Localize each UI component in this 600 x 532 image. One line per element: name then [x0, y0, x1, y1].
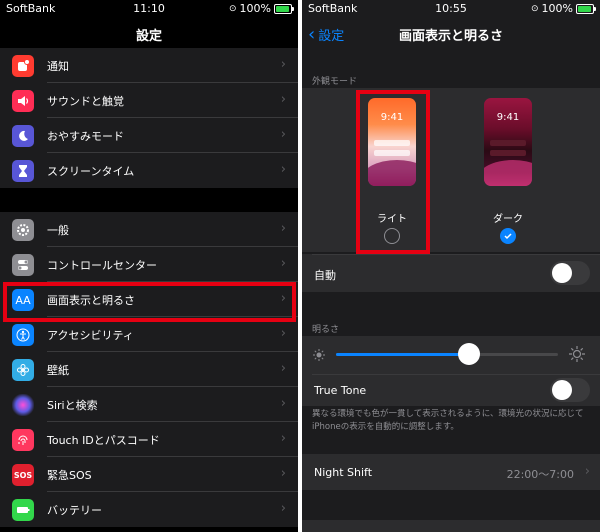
- sun-small-icon: [312, 347, 326, 366]
- chevron-right-icon: ›: [280, 162, 286, 177]
- settings-row-label: バッテリー: [47, 504, 102, 517]
- battery-icon: [12, 499, 34, 521]
- battery-icon: [576, 3, 596, 14]
- status-bar: SoftBank 10:55 ⊙ 100%: [302, 0, 600, 16]
- settings-row-label: おやすみモード: [47, 130, 124, 143]
- dark-mode-label: ダーク: [493, 214, 523, 225]
- dark-mode-radio-checked[interactable]: [500, 228, 516, 244]
- auto-label: 自動: [314, 269, 336, 282]
- battery-percent: 100%: [239, 2, 271, 15]
- settings-row-do-not-disturb[interactable]: おやすみモード ›: [0, 118, 298, 153]
- settings-row-label: コントロールセンター: [47, 259, 157, 272]
- chevron-right-icon: ›: [280, 221, 286, 236]
- appearance-card: 9:41 ライト 9:41 ダーク: [302, 88, 600, 252]
- battery-icon: [274, 3, 294, 14]
- settings-row-label: 緊急SOS: [47, 469, 92, 482]
- chevron-right-icon: ›: [280, 92, 286, 107]
- settings-row-touch-id[interactable]: Touch IDとパスコード ›: [0, 422, 298, 457]
- settings-row-general[interactable]: 一般 ›: [0, 212, 298, 247]
- settings-row-label: Siriと検索: [47, 399, 98, 412]
- appearance-section-header: 外観モード: [312, 77, 358, 87]
- settings-row-label: 壁紙: [47, 364, 69, 377]
- settings-row-notifications[interactable]: 通知 ›: [0, 48, 298, 83]
- settings-row-wallpaper[interactable]: 壁紙 ›: [0, 352, 298, 387]
- battery-percent: 100%: [541, 2, 573, 15]
- gear-icon: [12, 219, 34, 241]
- brightness-row: [302, 336, 600, 374]
- settings-row-emergency-sos[interactable]: SOS 緊急SOS ›: [0, 457, 298, 492]
- chevron-right-icon: ›: [280, 396, 286, 411]
- settings-row-battery[interactable]: バッテリー ›: [0, 492, 298, 527]
- highlight-box-light-option: [356, 90, 430, 254]
- accessibility-icon: [12, 324, 34, 346]
- orientation-lock-icon: ⊙: [531, 3, 539, 14]
- settings-row-label: 通知: [47, 60, 69, 73]
- fingerprint-icon: [12, 429, 34, 451]
- chevron-right-icon: ›: [280, 127, 286, 142]
- chevron-right-icon: ›: [584, 464, 590, 479]
- true-tone-description: 異なる環境でも色が一貫して表示されるように、環境光の状況に応じてiPhoneの表…: [312, 409, 584, 432]
- night-shift-row[interactable]: Night Shift 22:00〜7:00 ›: [302, 454, 600, 490]
- orientation-lock-icon: ⊙: [229, 3, 237, 14]
- moon-icon: [12, 125, 34, 147]
- night-shift-schedule: 22:00〜7:00: [506, 468, 574, 481]
- sos-icon: SOS: [12, 464, 34, 486]
- brightness-slider[interactable]: [336, 343, 558, 365]
- speaker-icon: [12, 90, 34, 112]
- true-tone-label: True Tone: [314, 384, 367, 397]
- hourglass-icon: [12, 160, 34, 182]
- bell-icon: [12, 55, 34, 77]
- dark-mode-preview: 9:41: [484, 98, 532, 186]
- settings-row-screen-time[interactable]: スクリーンタイム ›: [0, 153, 298, 188]
- chevron-right-icon: ›: [280, 256, 286, 271]
- chevron-right-icon: ›: [280, 431, 286, 446]
- chevron-right-icon: ›: [280, 466, 286, 481]
- checkmark-icon: [504, 233, 512, 240]
- chevron-right-icon: ›: [280, 57, 286, 72]
- appearance-option-dark[interactable]: 9:41 ダーク: [484, 98, 540, 248]
- navigation-bar: ‹ 設定 画面表示と明るさ: [302, 16, 600, 50]
- settings-row-label: サウンドと触覚: [47, 95, 124, 108]
- toggles-icon: [12, 254, 34, 276]
- display-brightness-pane: SoftBank 10:55 ⊙ 100% ‹ 設定 画面表示と明るさ 外観モー…: [302, 0, 600, 532]
- settings-row-accessibility[interactable]: アクセシビリティ ›: [0, 317, 298, 352]
- brightness-slider-fill: [336, 353, 470, 356]
- status-bar: SoftBank 11:10 ⊙ 100%: [0, 0, 298, 16]
- settings-row-label: Touch IDとパスコード: [47, 434, 160, 447]
- settings-row-sounds[interactable]: サウンドと触覚 ›: [0, 83, 298, 118]
- true-tone-row: True Tone: [302, 374, 600, 406]
- sun-large-icon: [568, 345, 586, 367]
- next-row-partial[interactable]: [302, 520, 600, 532]
- settings-row-control-center[interactable]: コントロールセンター ›: [0, 247, 298, 282]
- highlight-box-display-row: [3, 282, 296, 322]
- chevron-right-icon: ›: [280, 361, 286, 376]
- brightness-slider-thumb[interactable]: [458, 343, 481, 365]
- chevron-right-icon: ›: [280, 501, 286, 516]
- settings-row-label: 一般: [47, 224, 69, 237]
- settings-row-siri[interactable]: Siriと検索 ›: [0, 387, 298, 422]
- auto-toggle[interactable]: [550, 261, 590, 285]
- page-title: 設定: [135, 29, 162, 44]
- siri-icon: [12, 394, 34, 416]
- flower-icon: [12, 359, 34, 381]
- auto-row: 自動: [302, 254, 600, 292]
- page-title: 画面表示と明るさ: [398, 29, 503, 44]
- settings-pane: SoftBank 11:10 ⊙ 100% 設定 通知 › サウンドと触覚 ›: [0, 0, 298, 532]
- brightness-section-header: 明るさ: [312, 325, 340, 335]
- navigation-bar: 設定: [0, 16, 298, 50]
- night-shift-label: Night Shift: [314, 466, 373, 479]
- chevron-right-icon: ›: [280, 326, 286, 341]
- settings-row-label: スクリーンタイム: [47, 165, 135, 178]
- true-tone-toggle[interactable]: [550, 378, 590, 402]
- settings-row-label: アクセシビリティ: [47, 329, 134, 342]
- settings-group-2: 一般 › コントロールセンター › AA 画面表示と明るさ › アクセシビリティ: [0, 212, 298, 527]
- settings-group-1: 通知 › サウンドと触覚 › おやすみモード › スクリーンタイム ›: [0, 48, 298, 188]
